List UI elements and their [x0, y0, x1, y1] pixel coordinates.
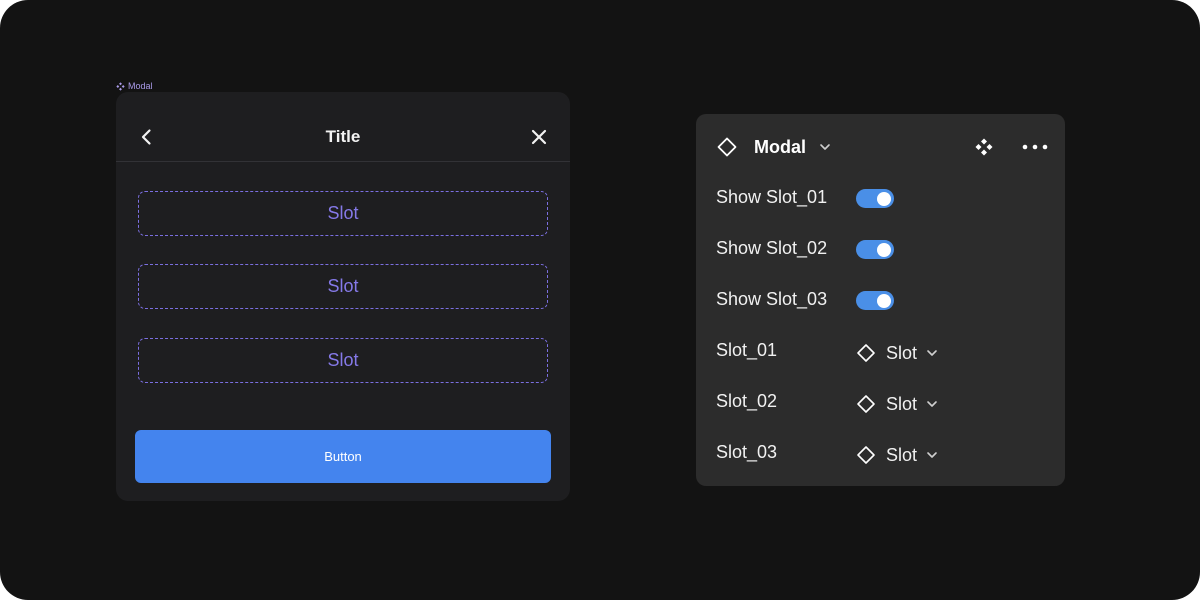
component-tag[interactable]: Modal	[116, 80, 153, 92]
instance-swap-value: Slot	[886, 445, 918, 465]
toggle-show-slot-01[interactable]	[856, 189, 894, 208]
instance-swap-value: Slot	[886, 343, 918, 363]
modal-title: Title	[325, 127, 361, 146]
prop-label-show-slot-03: Show Slot_03	[716, 289, 828, 309]
chevron-down-icon[interactable]	[818, 140, 832, 154]
canvas: Modal Title Slot Slot Slot Button Modal …	[0, 0, 1200, 600]
slot-placeholder-3[interactable]: Slot	[138, 338, 548, 383]
instance-diamond-icon	[856, 394, 876, 414]
chevron-down-icon	[925, 448, 939, 462]
prop-label-show-slot-01: Show Slot_01	[716, 187, 828, 207]
toggle-show-slot-02[interactable]	[856, 240, 894, 259]
instance-swap-slot-01[interactable]: Slot	[856, 341, 939, 365]
close-icon	[530, 128, 548, 146]
primary-button[interactable]: Button	[135, 430, 551, 483]
instance-swap-slot-02[interactable]: Slot	[856, 392, 939, 416]
prop-label-show-slot-02: Show Slot_02	[716, 238, 828, 258]
toggle-knob	[877, 191, 891, 206]
properties-panel: Modal Show Slot_01 Show Slot_02 Show Slo…	[696, 114, 1065, 486]
more-horizontal-icon[interactable]	[1021, 136, 1049, 158]
slot-placeholder-1[interactable]: Slot	[138, 191, 548, 236]
modal: Title Slot Slot Slot Button	[116, 92, 570, 501]
go-to-main-component-icon[interactable]	[973, 136, 995, 158]
panel-title[interactable]: Modal	[754, 136, 806, 158]
instance-diamond-icon	[856, 343, 876, 363]
instance-diamond-icon	[856, 445, 876, 465]
prop-label-slot-01: Slot_01	[716, 340, 778, 360]
prop-label-slot-03: Slot_03	[716, 442, 778, 462]
instance-swap-value: Slot	[886, 394, 918, 414]
component-icon	[116, 81, 125, 91]
modal-header: Title	[116, 92, 570, 162]
toggle-knob	[877, 293, 891, 308]
panel-header: Modal	[696, 114, 1065, 180]
prop-label-slot-02: Slot_02	[716, 391, 778, 411]
toggle-knob	[877, 242, 891, 257]
close-button[interactable]	[527, 125, 551, 149]
slot-placeholder-2[interactable]: Slot	[138, 264, 548, 309]
toggle-show-slot-03[interactable]	[856, 291, 894, 310]
component-tag-label: Modal	[128, 81, 153, 91]
chevron-down-icon	[925, 397, 939, 411]
instance-swap-slot-03[interactable]: Slot	[856, 443, 939, 467]
chevron-down-icon	[925, 346, 939, 360]
instance-diamond-icon	[716, 136, 738, 158]
